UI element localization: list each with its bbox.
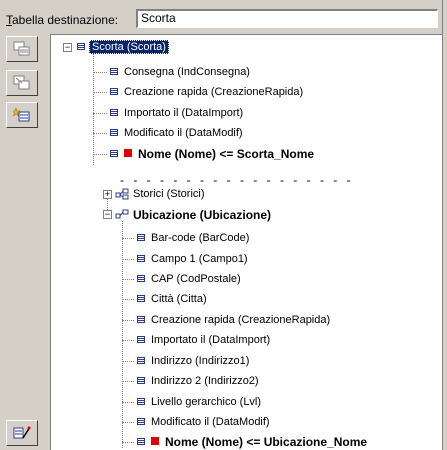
field-icon — [110, 129, 118, 136]
field-icon — [137, 336, 145, 343]
edit-wizard-button[interactable] — [6, 420, 38, 446]
tree-sub-field[interactable]: Bar-code (BarCode) — [137, 228, 249, 248]
tree-sub-field[interactable]: Indirizzo (Indirizzo1) — [137, 351, 249, 371]
tree-connector — [122, 221, 123, 448]
field-icon — [137, 255, 145, 262]
expand-toggle[interactable]: + — [103, 190, 112, 199]
new-field-icon — [13, 107, 30, 122]
tree-field[interactable]: Importato il (DataImport) — [110, 103, 243, 123]
new-field-button[interactable] — [6, 102, 38, 128]
target-table-label: Tabella destinazione: — [6, 13, 119, 27]
collapse-toggle[interactable]: − — [63, 43, 72, 52]
tree-field[interactable]: Creazione rapida (CreazioneRapida) — [110, 82, 303, 102]
tree-link-ubicazione[interactable]: Ubicazione (Ubicazione) — [115, 205, 271, 225]
tree-sub-key-field[interactable]: Nome (Nome) <= Ubicazione_Nome — [137, 432, 367, 450]
key-marker-icon — [124, 149, 132, 157]
tree-connector — [93, 53, 94, 165]
field-tree[interactable]: − Scorta (Scorta) Consegna (IndConsegna)… — [50, 34, 442, 450]
field-icon — [137, 316, 145, 323]
field-icon — [137, 438, 145, 445]
tree-sub-field[interactable]: Importato il (DataImport) — [137, 330, 270, 350]
link-icon — [115, 209, 129, 219]
duplicate-table-button[interactable] — [6, 36, 38, 62]
tree-link-storici[interactable]: Storici (Storici) — [115, 184, 205, 204]
tree-sub-field[interactable]: Livello gerarchico (Lvl) — [137, 392, 261, 412]
tree-field[interactable]: Consegna (IndConsegna) — [110, 62, 250, 82]
field-icon — [137, 398, 145, 405]
field-icon — [137, 234, 145, 241]
header-bar: Tabella destinazione: Scorta — [0, 0, 447, 34]
field-icon — [110, 88, 118, 95]
side-toolbar — [0, 34, 50, 450]
tree-key-field[interactable]: Nome (Nome) <= Scorta_Nome — [110, 144, 314, 164]
field-icon — [137, 377, 145, 384]
tree-root-label[interactable]: Scorta (Scorta) — [89, 40, 169, 54]
window-edge — [442, 0, 447, 450]
collapse-toggle[interactable]: − — [103, 210, 112, 219]
tree-field[interactable]: Modificato il (DataModif) — [110, 123, 243, 143]
field-icon — [137, 418, 145, 425]
field-icon — [110, 68, 118, 75]
tree-sub-field[interactable]: Indirizzo 2 (Indirizzo2) — [137, 371, 259, 391]
tree-sub-field[interactable]: Modificato il (DataModif) — [137, 412, 270, 432]
duplicate-table-icon — [13, 41, 30, 56]
key-marker-icon — [151, 437, 159, 445]
target-table-field[interactable]: Scorta — [136, 9, 438, 28]
link-icon — [115, 188, 129, 200]
remove-table-button[interactable] — [6, 70, 38, 96]
tree-sub-field[interactable]: Città (Citta) — [137, 289, 207, 309]
table-icon — [77, 43, 85, 50]
field-icon — [110, 109, 118, 116]
edit-wizard-icon — [13, 426, 31, 439]
remove-table-icon — [13, 75, 30, 90]
tree-sub-field[interactable]: Campo 1 (Campo1) — [137, 249, 248, 269]
tree-sub-field[interactable]: CAP (CodPostale) — [137, 269, 241, 289]
field-icon — [137, 357, 145, 364]
field-icon — [137, 275, 145, 282]
field-icon — [137, 295, 145, 302]
tree-sub-field[interactable]: Creazione rapida (CreazioneRapida) — [137, 310, 330, 330]
field-icon — [110, 150, 118, 157]
